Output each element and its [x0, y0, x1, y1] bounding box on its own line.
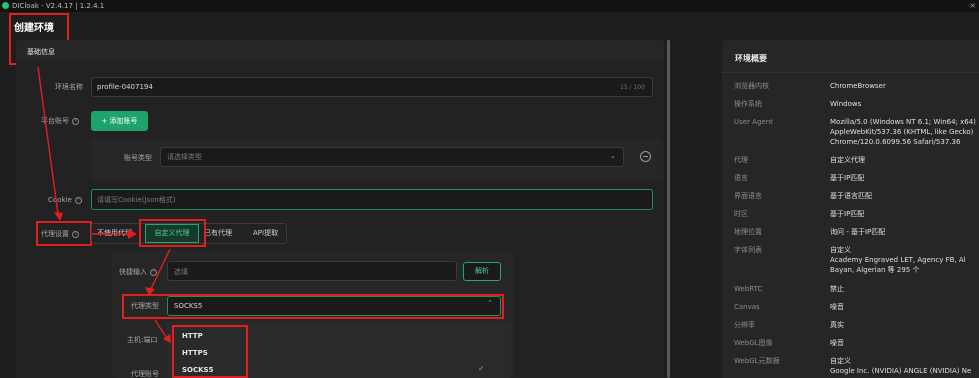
overview-key: User Agent: [734, 118, 773, 126]
overview-value: 询问 - 基于IP匹配: [830, 228, 886, 236]
overview-value: Google Inc. (NVIDIA) ANGLE (NVIDIA) Ne: [830, 367, 972, 375]
overview-value: Mozilla/5.0 (Windows NT 6.1; Win64; x64): [830, 118, 976, 126]
overview-key: 分辨率: [734, 321, 755, 329]
overview-key: Canvas: [734, 303, 760, 311]
overview-value: Chrome/120.0.6099.56 Safari/537.36: [830, 138, 961, 146]
overview-key: 操作系统: [734, 100, 762, 108]
overview-value: 基于IP匹配: [830, 210, 865, 218]
arrowhead-2: [128, 229, 137, 239]
overview-key: 字体列表: [734, 246, 762, 254]
overview-value: 基于语言匹配: [830, 192, 872, 200]
overview-key: 代理: [734, 156, 748, 164]
overview-title: 环境概要: [735, 54, 767, 63]
overview-value: 噪音: [830, 339, 844, 347]
overview-key: WebGL图像: [734, 339, 773, 347]
overview-key: 地理位置: [734, 228, 762, 236]
overview-key: WebGL元数据: [734, 357, 780, 365]
overview-value: ChromeBrowser: [830, 82, 886, 90]
overview-value: Academy Engraved LET, Agency FB, Al: [830, 256, 966, 264]
overview-key: 界面语言: [734, 192, 762, 200]
overview-value: 真实: [830, 321, 844, 329]
overview-key: 时区: [734, 210, 748, 218]
arrowhead-1: [54, 212, 63, 221]
overview-value: 禁止: [830, 285, 844, 293]
overview-value: 噪音: [830, 303, 844, 311]
arrowhead-3: [145, 287, 155, 296]
overview-value: 基于IP匹配: [830, 174, 865, 182]
overview-divider: [722, 72, 979, 73]
overview-key: 语言: [734, 174, 748, 182]
overview-value: AppleWebKit/537.36 (KHTML, like Gecko): [830, 128, 974, 136]
overview-value: 自定义: [830, 357, 851, 365]
arrow-line-3: [149, 248, 171, 292]
arrow-line-1: [37, 66, 59, 215]
overview-value: 自定义代理: [830, 156, 865, 164]
scrollbar-thumb[interactable]: [667, 40, 670, 378]
overview-value: Bayan, Algerian 等 295 个: [830, 266, 920, 274]
overview-key: 浏览器内核: [734, 82, 769, 90]
overview-key: WebRTC: [734, 285, 763, 293]
overview-value: Windows: [830, 100, 862, 108]
overview-value: 自定义: [830, 246, 851, 254]
